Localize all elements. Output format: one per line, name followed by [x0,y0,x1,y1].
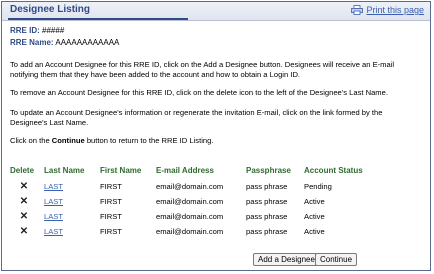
status-cell: Active [304,227,325,236]
passphrase-cell: pass phrase [246,182,288,191]
first-name-cell: FIRST [100,182,122,191]
delete-cell: ✕ [10,194,44,209]
designee-listing-panel: Designee Listing Print this page RRE ID:… [1,1,431,271]
col-account-status: Account Status [304,166,363,175]
email-cell: email@domain.com [156,182,224,191]
table-row: ✕ LAST FIRST email@domain.com pass phras… [10,179,369,194]
col-delete: Delete [10,166,35,175]
printer-icon [351,5,364,15]
designee-table: Delete Last Name First Name E-mail Addre… [10,166,369,239]
last-name-link[interactable]: LAST [44,197,63,206]
passphrase-cell: pass phrase [246,227,288,236]
instruction-continue-bold: Continue [51,136,85,145]
instruction-continue-pre: Click on the [10,136,52,145]
delete-icon[interactable]: ✕ [20,211,28,222]
rre-name-value: AAAAAAAAAAAA [55,38,120,47]
rre-id-line: RRE ID: ##### [10,26,64,35]
col-email: E-mail Address [156,166,214,175]
delete-icon[interactable]: ✕ [20,196,28,207]
instruction-remove: To remove an Account Designee for this R… [10,88,388,97]
email-cell: email@domain.com [156,227,224,236]
status-cell: Active [304,197,325,206]
instruction-continue: Click on the Continue button to return t… [10,136,420,146]
delete-cell: ✕ [10,209,44,224]
rre-name-label: RRE Name: [10,38,54,47]
instruction-add: To add an Account Designee for this RRE … [10,60,395,79]
first-name-cell: FIRST [100,212,122,221]
last-name-link[interactable]: LAST [44,227,63,236]
last-name-cell: LAST [44,224,100,239]
email-cell: email@domain.com [156,197,224,206]
title-bar: Designee Listing Print this page [2,2,430,21]
rre-id-value: ##### [42,26,65,35]
passphrase-cell: pass phrase [246,212,288,221]
delete-cell: ✕ [10,179,44,194]
passphrase-cell: pass phrase [246,197,288,206]
delete-icon[interactable]: ✕ [20,181,28,192]
last-name-cell: LAST [44,209,100,224]
print-link-label[interactable]: Print this page [366,5,424,15]
last-name-link[interactable]: LAST [44,182,63,191]
col-first-name: First Name [100,166,142,175]
first-name-cell: FIRST [100,197,122,206]
continue-button[interactable]: Continue [315,253,358,266]
table-row: ✕ LAST FIRST email@domain.com pass phras… [10,209,369,224]
delete-icon[interactable]: ✕ [20,226,28,237]
rre-name-line: RRE Name: AAAAAAAAAAAA [10,38,119,47]
page-title: Designee Listing [10,4,91,15]
rre-id-label: RRE ID: [10,26,40,35]
title-underline [8,18,188,20]
last-name-cell: LAST [44,194,100,209]
last-name-cell: LAST [44,179,100,194]
table-row: ✕ LAST FIRST email@domain.com pass phras… [10,194,369,209]
add-designee-button[interactable]: Add a Designee [253,253,320,266]
email-cell: email@domain.com [156,212,224,221]
table-row: ✕ LAST FIRST email@domain.com pass phras… [10,224,369,239]
status-cell: Active [304,212,325,221]
delete-cell: ✕ [10,224,44,239]
last-name-link[interactable]: LAST [44,212,63,221]
status-cell: Pending [304,182,332,191]
first-name-cell: FIRST [100,227,122,236]
print-page-link[interactable]: Print this page [351,5,424,15]
table-header-row: Delete Last Name First Name E-mail Addre… [10,166,369,179]
instruction-continue-post: button to return to the RRE ID Listing. [84,136,214,145]
col-last-name: Last Name [44,166,85,175]
col-passphrase: Passphrase [246,166,291,175]
instruction-update: To update an Account Designee's informat… [10,108,383,127]
